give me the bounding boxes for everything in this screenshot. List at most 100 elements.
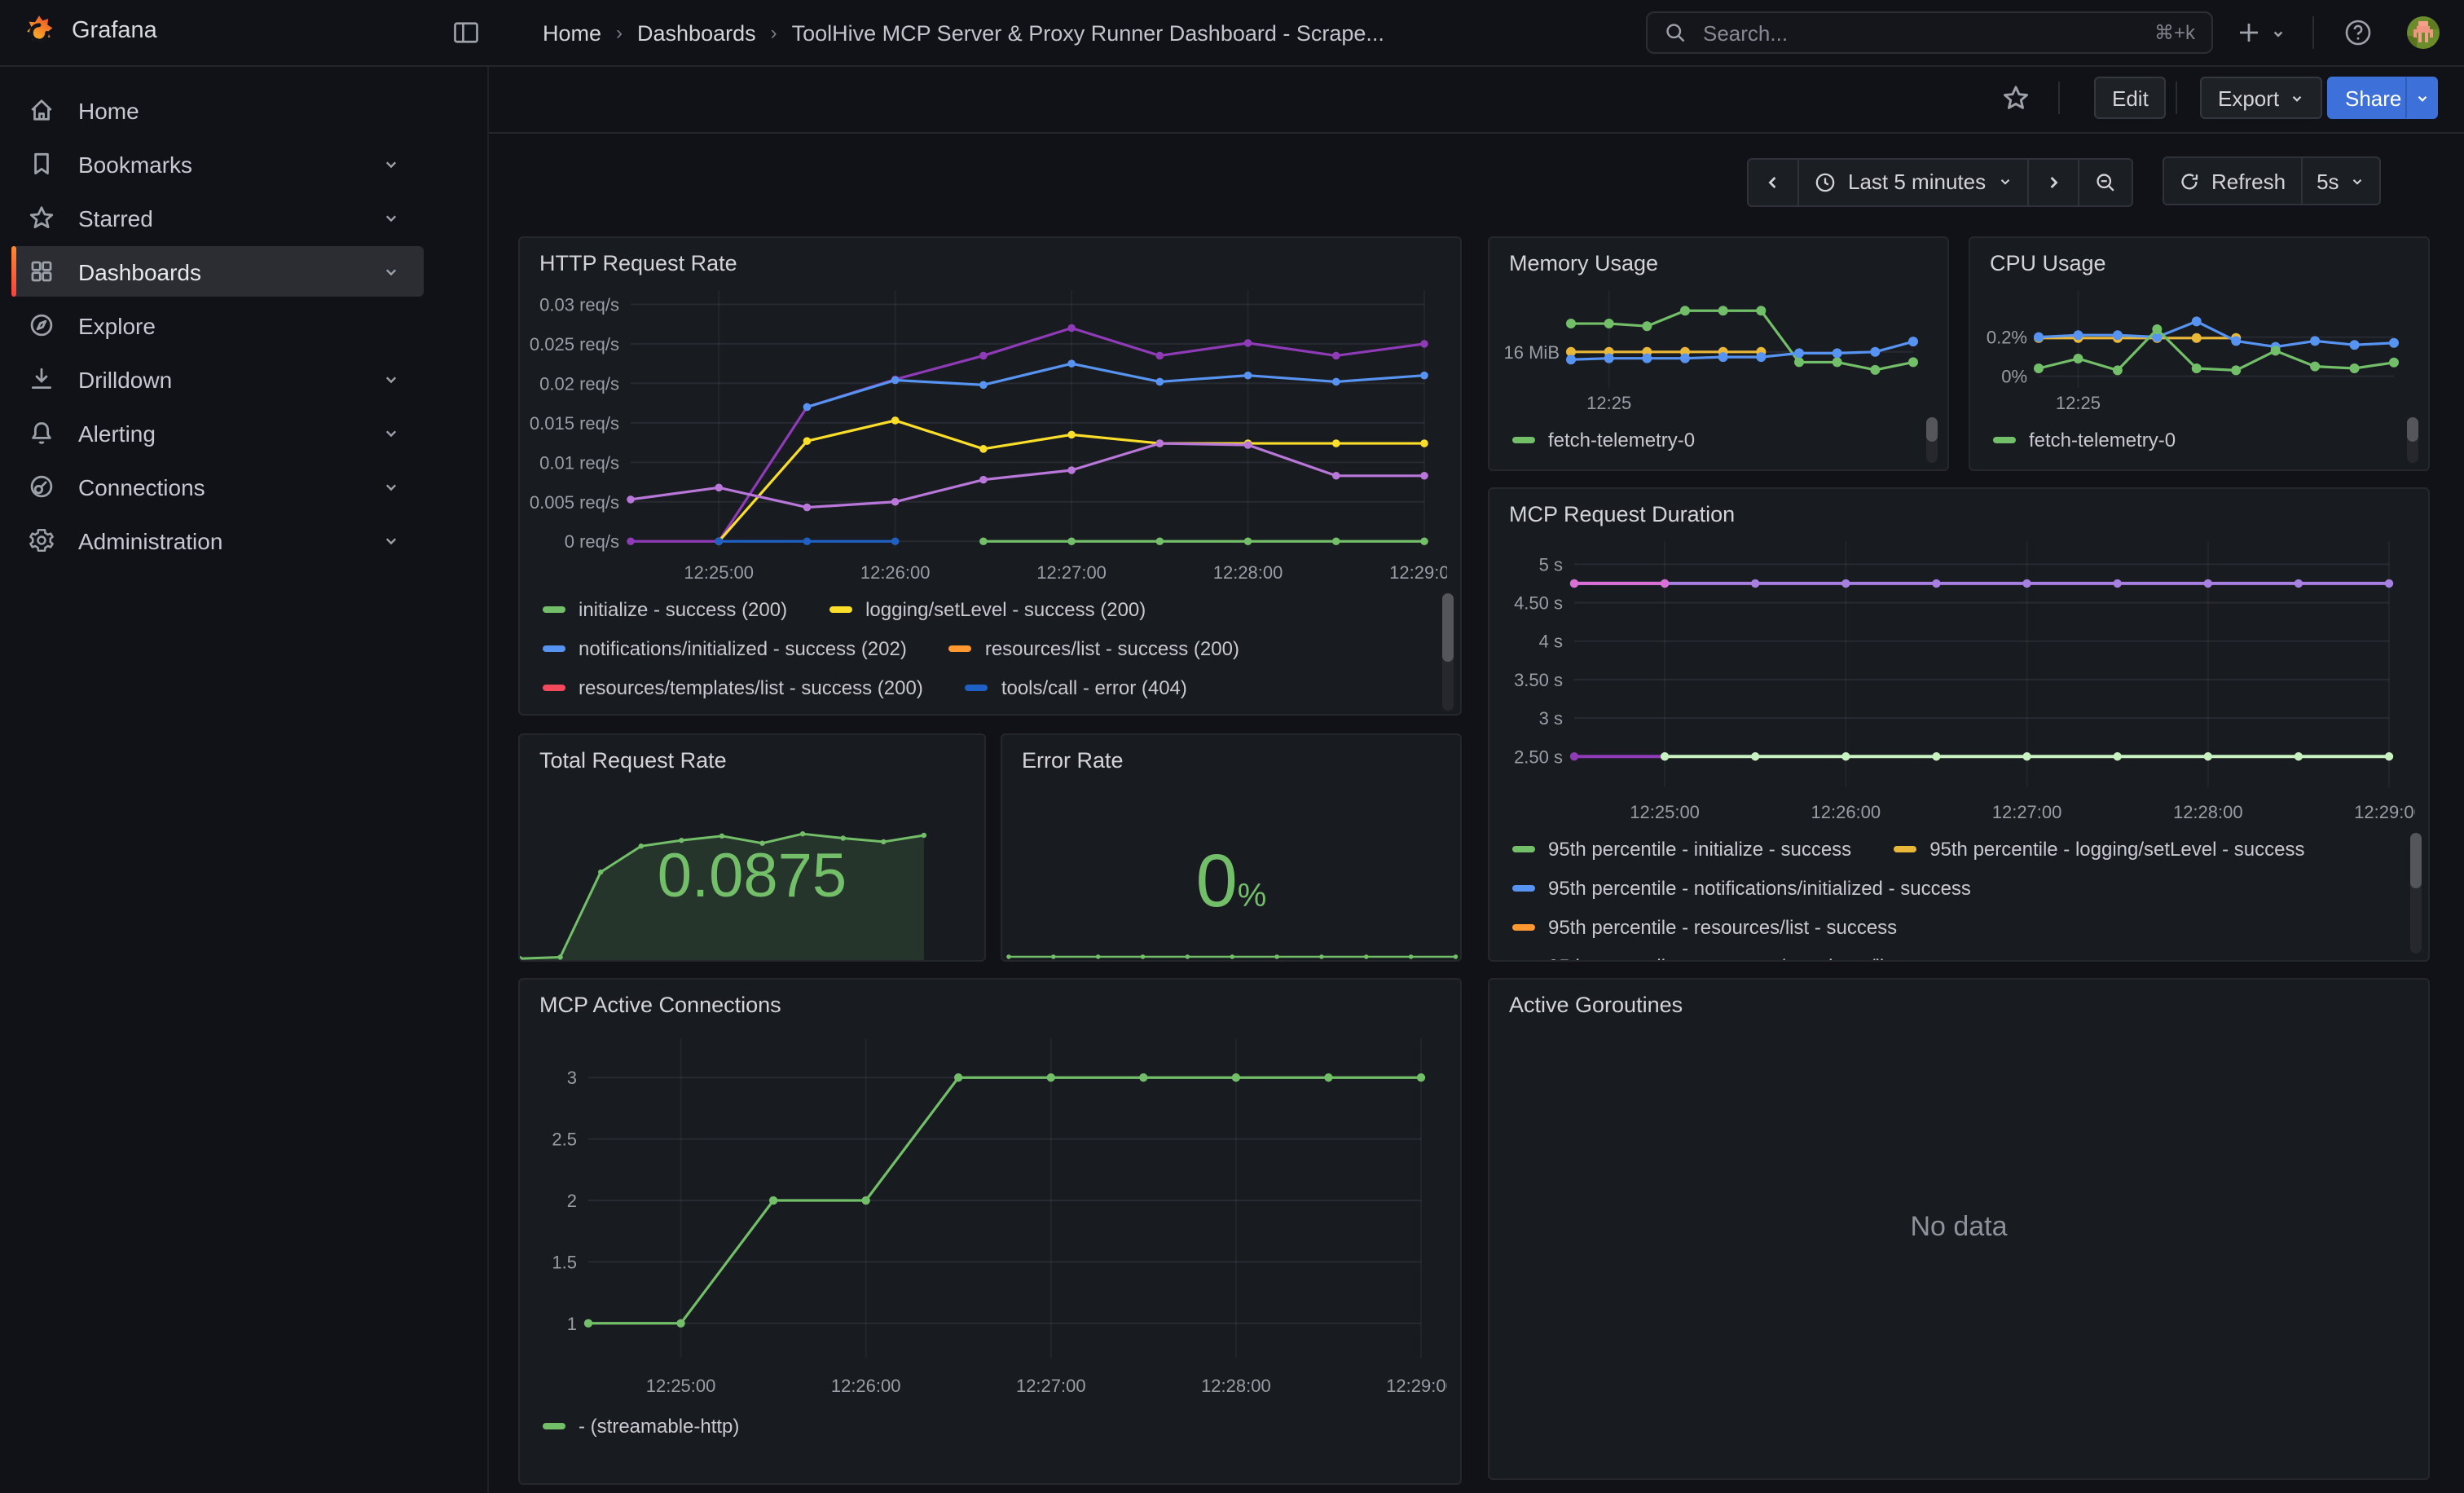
sidebar-item-home[interactable]: Home — [11, 85, 424, 135]
cpu-usage-chart[interactable]: 0.2%0%12:25 — [1973, 280, 2410, 417]
svg-text:4 s: 4 s — [1539, 632, 1563, 652]
svg-text:12:29:00: 12:29:00 — [2354, 802, 2415, 822]
search-shortcut: ⌘+k — [2154, 21, 2195, 44]
search-input-wrap[interactable]: ⌘+k — [1646, 11, 2213, 54]
panel-title[interactable]: CPU Usage — [1990, 251, 2106, 275]
legend-scrollbar[interactable] — [1442, 593, 1454, 711]
connections-link-icon — [28, 473, 55, 500]
add-new-caret-icon[interactable] — [2270, 26, 2286, 42]
chevron-down-icon[interactable] — [381, 477, 401, 496]
zoom-out-button[interactable] — [2079, 157, 2132, 206]
svg-text:2.50 s: 2.50 s — [1514, 746, 1563, 767]
sidebar-item-explore[interactable]: Explore — [11, 300, 424, 350]
chevron-down-icon[interactable] — [381, 154, 401, 174]
chevron-down-icon — [2414, 90, 2429, 105]
breadcrumb-separator: › — [771, 21, 777, 44]
svg-text:2: 2 — [567, 1191, 577, 1211]
memory-usage-chart[interactable]: 16 MiB12:25 — [1493, 280, 1929, 417]
user-avatar[interactable] — [2407, 16, 2440, 49]
svg-text:0.005 req/s: 0.005 req/s — [530, 492, 619, 513]
chevron-down-icon[interactable] — [381, 208, 401, 227]
legend-scrollbar[interactable] — [2410, 833, 2422, 953]
panel-error-rate: Error Rate 0% — [1001, 733, 1462, 962]
legend-item[interactable]: 95th percentile - resources/list - succe… — [1512, 916, 1897, 939]
breadcrumb-dashboards[interactable]: Dashboards — [637, 20, 756, 45]
svg-text:0.03 req/s: 0.03 req/s — [539, 294, 619, 315]
chevron-down-icon[interactable] — [381, 369, 401, 389]
add-new-icon[interactable] — [2236, 20, 2262, 46]
panel-mcp-request-duration: MCP Request Duration 2.50 s3 s3.50 s4 s4… — [1488, 487, 2430, 962]
legend-item[interactable]: fetch-telemetry-0 — [1512, 429, 1695, 451]
panel-title[interactable]: Active Goroutines — [1509, 993, 1683, 1017]
legend-item[interactable]: 95th percentile - notifications/initiali… — [1512, 877, 1971, 900]
breadcrumb: Home › Dashboards › ToolHive MCP Server … — [543, 0, 1384, 65]
time-back-button[interactable] — [1747, 157, 1799, 206]
svg-text:0 req/s: 0 req/s — [565, 531, 619, 552]
chevron-down-icon[interactable] — [381, 531, 401, 550]
panel-title[interactable]: MCP Active Connections — [539, 993, 781, 1017]
export-button[interactable]: Export — [2200, 77, 2321, 119]
search-input[interactable] — [1700, 19, 2141, 46]
legend-item[interactable]: initialize - success (200) — [543, 598, 787, 621]
svg-text:4.50 s: 4.50 s — [1514, 593, 1563, 614]
legend-item[interactable]: logging/setLevel - success (200) — [829, 598, 1146, 621]
brand-title: Grafana — [72, 18, 157, 44]
sidebar-item-label: Connections — [78, 473, 205, 500]
http-request-rate-chart[interactable]: 0 req/s0.005 req/s0.01 req/s0.015 req/s0… — [526, 277, 1447, 587]
legend-item[interactable]: resources/list - success (200) — [949, 637, 1239, 660]
chevron-down-icon[interactable] — [381, 262, 401, 281]
legend-item[interactable]: 95th percentile - logging/setLevel - suc… — [1894, 838, 2304, 861]
toolbar-divider — [2176, 81, 2177, 114]
svg-text:0.2%: 0.2% — [1987, 328, 2027, 348]
panel-title[interactable]: HTTP Request Rate — [539, 251, 737, 275]
breadcrumb-home[interactable]: Home — [543, 20, 601, 45]
share-menu-button[interactable] — [2405, 77, 2438, 119]
sidebar-toggle-icon[interactable] — [451, 18, 481, 47]
svg-text:12:28:00: 12:28:00 — [1201, 1376, 1271, 1396]
svg-text:1: 1 — [567, 1314, 577, 1334]
help-icon[interactable] — [2343, 18, 2373, 47]
sidebar-item-starred[interactable]: Starred — [11, 192, 424, 243]
svg-text:1.5: 1.5 — [552, 1252, 577, 1272]
breadcrumb-current: ToolHive MCP Server & Proxy Runner Dashb… — [792, 20, 1384, 45]
panel-active-goroutines: Active Goroutines No data — [1488, 978, 2430, 1480]
panel-title[interactable]: MCP Request Duration — [1509, 502, 1735, 526]
time-range-picker[interactable]: Last 5 minutes — [1799, 157, 2028, 206]
favorite-star-icon[interactable] — [2001, 83, 2031, 112]
panel-title[interactable]: Memory Usage — [1509, 251, 1658, 275]
stat-value: 0% — [1002, 836, 1460, 924]
legend-item[interactable]: 95th percentile - resources/templates/li… — [1512, 955, 1987, 962]
sidebar-item-connections[interactable]: Connections — [11, 461, 424, 512]
sidebar-item-drilldown[interactable]: Drilldown — [11, 354, 424, 404]
edit-button[interactable]: Edit — [2094, 77, 2167, 119]
svg-text:12:28:00: 12:28:00 — [2173, 802, 2243, 822]
panel-title[interactable]: Total Request Rate — [539, 748, 727, 773]
legend-scrollbar[interactable] — [1926, 417, 1938, 463]
top-header-bar: Grafana Home › Dashboards › ToolHive MCP… — [0, 0, 2464, 67]
legend-item[interactable]: resources/templates/list - success (200) — [543, 676, 923, 699]
chevron-down-icon[interactable] — [381, 423, 401, 443]
legend-item[interactable]: tools/call - error (404) — [966, 676, 1187, 699]
error-rate-sparkline — [1002, 940, 1460, 960]
legend-item[interactable]: notifications/initialized - success (202… — [543, 637, 907, 660]
toolbar-divider — [2058, 81, 2060, 114]
sidebar-item-alerting[interactable]: Alerting — [11, 407, 424, 458]
legend-scrollbar[interactable] — [2407, 417, 2418, 463]
time-forward-button[interactable] — [2028, 157, 2079, 206]
mcp-request-duration-chart[interactable]: 2.50 s3 s3.50 s4 s4.50 s5 s12:25:0012:26… — [1496, 528, 2415, 826]
svg-text:0.025 req/s: 0.025 req/s — [530, 334, 619, 355]
mcp-active-connections-chart[interactable]: 11.522.5312:25:0012:26:0012:27:0012:28:0… — [526, 1022, 1447, 1400]
legend-item[interactable]: fetch-telemetry-0 — [1993, 429, 2176, 451]
svg-text:2.5: 2.5 — [552, 1130, 577, 1150]
sidebar-item-administration[interactable]: Administration — [11, 515, 424, 566]
refresh-button[interactable]: Refresh — [2163, 156, 2302, 205]
grafana-logo-icon[interactable] — [20, 13, 59, 52]
legend-item[interactable]: 95th percentile - initialize - success — [1512, 838, 1851, 861]
sidebar-item-bookmarks[interactable]: Bookmarks — [11, 139, 424, 189]
legend-item[interactable]: - (streamable-http) — [543, 1415, 739, 1438]
svg-text:12:27:00: 12:27:00 — [1016, 1376, 1086, 1396]
panel-mcp-active-connections: MCP Active Connections 11.522.5312:25:00… — [518, 978, 1462, 1485]
refresh-interval-select[interactable]: 5s — [2302, 156, 2381, 205]
panel-title[interactable]: Error Rate — [1022, 748, 1124, 773]
sidebar-item-dashboards[interactable]: Dashboards — [11, 246, 424, 297]
